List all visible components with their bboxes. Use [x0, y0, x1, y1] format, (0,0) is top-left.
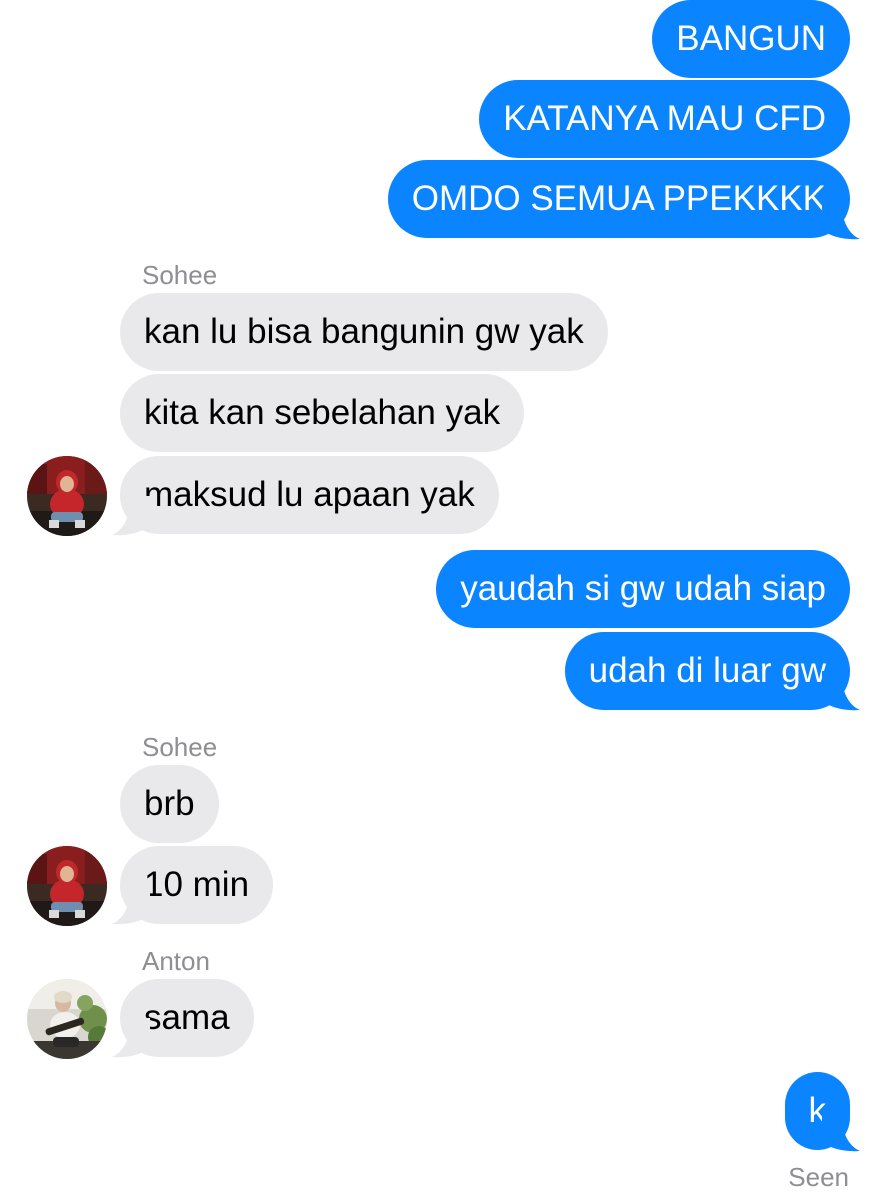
bubble-tail-received — [112, 885, 150, 925]
bubble-tail-sent — [822, 1112, 860, 1152]
bubble-tail-received — [112, 1018, 150, 1058]
sender-name: Anton — [142, 946, 210, 976]
bubble-tail-sent — [822, 200, 860, 240]
sender-name: Sohee — [142, 260, 218, 290]
read-receipt: Seen — [788, 1162, 849, 1192]
message-bubble-sent[interactable]: KATANYA MAU CFD — [479, 80, 850, 158]
bubble-tail-sent — [822, 671, 860, 711]
message-bubble-sent[interactable]: BANGUN — [652, 0, 850, 78]
message-bubble-sent[interactable]: OMDO SEMUA PPEKKKK — [387, 160, 850, 238]
message-bubble-received[interactable]: kan lu bisa bangunin gw yak — [120, 293, 608, 371]
message-bubble-received[interactable]: kita kan sebelahan yak — [120, 374, 525, 452]
person-guitar-avatar[interactable] — [27, 979, 107, 1059]
person-red-hoodie-avatar[interactable] — [27, 456, 107, 536]
message-bubble-sent[interactable]: yaudah si gw udah siap — [436, 550, 850, 628]
sender-name: Sohee — [142, 732, 218, 762]
message-bubble-received[interactable]: brb — [120, 765, 219, 843]
message-bubble-sent[interactable]: udah di luar gw — [564, 632, 850, 710]
bubble-tail-received — [112, 496, 150, 536]
person-red-hoodie-avatar[interactable] — [27, 846, 107, 926]
message-bubble-received[interactable]: maksud lu apaan yak — [120, 456, 499, 534]
